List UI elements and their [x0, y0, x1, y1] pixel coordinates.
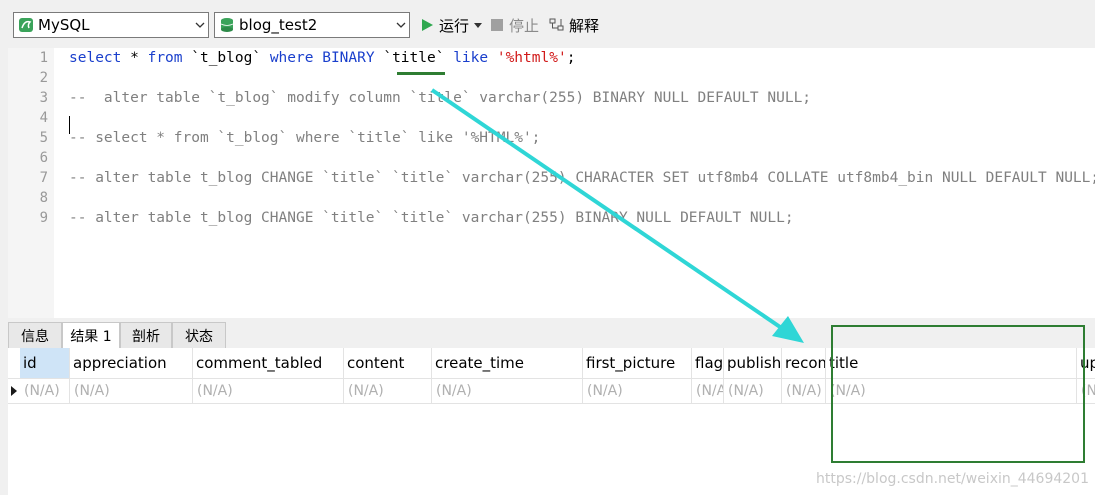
- sql-keyword: like: [453, 50, 489, 66]
- title-column-highlight-box: [831, 325, 1085, 463]
- sql-string: '%html%': [496, 50, 567, 66]
- table-cell[interactable]: (N/A): [70, 379, 193, 403]
- run-label: 运行: [439, 16, 470, 35]
- line-number: 3: [39, 90, 48, 106]
- tab-result-1[interactable]: 结果 1: [62, 322, 120, 349]
- table-cell[interactable]: (N/A): [782, 379, 826, 403]
- table-cell[interactable]: (N/A): [432, 379, 583, 403]
- sql-editor[interactable]: 1 2 3 4 5 6 7 8 9 select * from `t_blog`…: [8, 48, 1095, 318]
- line-number: 2: [39, 70, 48, 86]
- column-header-first-picture[interactable]: first_picture: [583, 348, 692, 378]
- watermark-text: https://blog.csdn.net/weixin_44694201: [815, 471, 1089, 487]
- column-header-create-time[interactable]: create_time: [432, 348, 583, 378]
- stop-button[interactable]: 停止: [491, 14, 539, 36]
- sql-keyword: where: [269, 50, 314, 66]
- line-number: 6: [39, 150, 48, 166]
- table-cell[interactable]: (N/A): [344, 379, 432, 403]
- sql-keyword: BINARY: [322, 50, 375, 66]
- code-line-5: -- select * from `t_blog` where `title` …: [69, 130, 541, 146]
- run-button[interactable]: 运行: [420, 14, 483, 36]
- code-line-3: -- alter table `t_blog` modify column `t…: [69, 90, 812, 106]
- column-header-flag[interactable]: flag: [692, 348, 724, 378]
- sql-identifier: `t_blog`: [182, 50, 270, 66]
- table-cell[interactable]: (N/A): [20, 379, 70, 403]
- code-line-9: -- alter table t_blog CHANGE `title` `ti…: [69, 210, 794, 226]
- connection-select[interactable]: MySQL: [13, 12, 209, 38]
- table-cell[interactable]: (N/A): [724, 379, 782, 403]
- table-cell[interactable]: (N/A): [692, 379, 724, 403]
- sql-identifier: `title`: [374, 50, 454, 66]
- explain-icon: [549, 18, 564, 31]
- tab-status[interactable]: 状态: [172, 322, 226, 348]
- sql-token: *: [121, 50, 148, 66]
- tab-info[interactable]: 信息: [8, 322, 62, 348]
- stop-label: 停止: [509, 16, 540, 35]
- toolbar: MySQL blog_test2 运行 停止 解释: [0, 0, 1095, 48]
- database-name: blog_test2: [239, 16, 318, 34]
- code-line-7: -- alter table t_blog CHANGE `title` `ti…: [69, 170, 1095, 186]
- database-icon: [220, 18, 234, 32]
- play-icon: [422, 19, 433, 31]
- sql-keyword: select: [69, 50, 122, 66]
- line-number: 5: [39, 130, 48, 146]
- mysql-connection-icon: [19, 18, 33, 32]
- tab-profile[interactable]: 剖析: [120, 322, 172, 348]
- sql-keyword: from: [147, 50, 183, 66]
- run-dropdown-icon[interactable]: [474, 22, 483, 28]
- column-header-id[interactable]: id: [20, 348, 70, 378]
- sql-token: ;: [566, 50, 576, 66]
- column-header-comment-tabled[interactable]: comment_tabled: [193, 348, 344, 378]
- line-number: 8: [39, 190, 48, 206]
- line-number: 9: [39, 210, 48, 226]
- database-select[interactable]: blog_test2: [214, 12, 410, 38]
- connection-name: MySQL: [38, 16, 90, 34]
- table-cell[interactable]: (N/A): [583, 379, 692, 403]
- code-line-1: select * from `t_blog` where BINARY `tit…: [69, 48, 575, 68]
- chevron-down-icon[interactable]: [192, 13, 208, 37]
- line-number: 1: [39, 50, 48, 66]
- title-underline-annotation: [397, 72, 445, 75]
- column-header-content[interactable]: content: [344, 348, 432, 378]
- line-number-gutter: 1 2 3 4 5 6 7 8 9: [8, 48, 54, 318]
- line-number: 7: [39, 170, 48, 186]
- chevron-down-icon[interactable]: [393, 13, 409, 37]
- line-number: 4: [39, 110, 48, 126]
- column-header-recom[interactable]: recom: [782, 348, 826, 378]
- current-row-marker-icon: [8, 379, 20, 403]
- table-cell[interactable]: (N/A): [193, 379, 344, 403]
- explain-label: 解释: [569, 16, 600, 35]
- explain-button[interactable]: 解释: [549, 14, 599, 36]
- column-header-publish[interactable]: publish: [724, 348, 782, 378]
- column-header-appreciation[interactable]: appreciation: [70, 348, 193, 378]
- stop-icon: [491, 19, 503, 31]
